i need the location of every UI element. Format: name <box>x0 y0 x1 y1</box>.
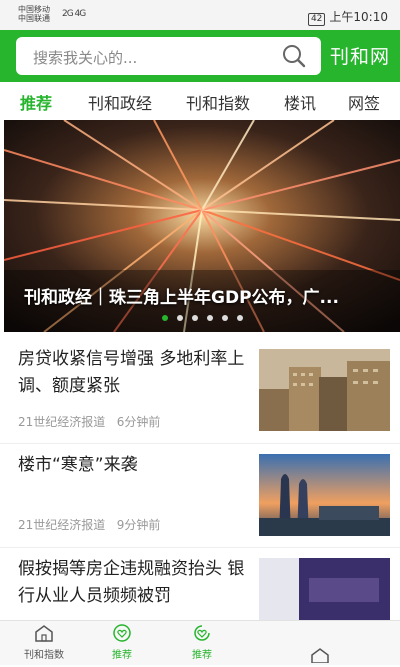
carousel-dot[interactable] <box>237 315 243 321</box>
carousel-dot[interactable] <box>207 315 213 321</box>
home-icon <box>35 625 53 642</box>
bottom-nav: 刊和指数 推荐 推荐 <box>0 620 400 665</box>
thumbnail-finance-image <box>259 558 390 620</box>
brand-logo: 刊和网 <box>330 46 391 68</box>
carousel-dot[interactable] <box>177 315 183 321</box>
thumbnail-buildings-image <box>259 349 390 431</box>
home-icon <box>311 648 329 664</box>
banner-carousel[interactable]: 刊和政经｜珠三角上半年GDP公布，广... <box>4 120 400 332</box>
news-title[interactable]: 房贷收紧信号增强 多地利率上调、额度紧张 <box>18 346 258 400</box>
news-thumbnail[interactable] <box>259 454 390 536</box>
tab-bar: 推荐 刊和政经 刊和指数 楼讯 网签 <box>0 82 400 120</box>
tab-index[interactable]: 刊和指数 <box>186 90 250 114</box>
banner-caption[interactable]: 刊和政经｜珠三角上半年GDP公布，广... <box>24 283 339 308</box>
news-item[interactable]: 楼市“寒意”来袭 21世纪经济报道 9分钟前 <box>0 444 400 544</box>
heart-icon <box>113 624 131 642</box>
tab-politics-economy[interactable]: 刊和政经 <box>88 90 152 114</box>
news-time: 6分钟前 <box>116 415 161 429</box>
status-bar: 中国移动 中国联通 2G 4G 42 上午10:10 <box>0 0 400 30</box>
nav-label: 推荐 <box>112 650 132 661</box>
status-right: 42 上午10:10 <box>307 8 388 26</box>
news-source: 21世纪经济报道 <box>18 518 106 532</box>
nav-item-index[interactable]: 刊和指数 <box>14 624 74 661</box>
news-time: 9分钟前 <box>116 518 161 532</box>
signal-icon: 2G 4G <box>62 9 86 19</box>
carrier-1: 中国移动 <box>18 5 50 14</box>
carousel-dot[interactable] <box>192 315 198 321</box>
nav-item-recommend-alt[interactable]: 推荐 <box>172 624 232 661</box>
nav-item-recommend[interactable]: 推荐 <box>92 624 152 661</box>
news-thumbnail[interactable] <box>259 558 390 620</box>
thumbnail-skyline-image <box>259 454 390 536</box>
news-item[interactable]: 假按揭等房企违规融资抬头 银行从业人员频频被罚 <box>0 548 400 620</box>
tab-online-signing[interactable]: 网签 <box>348 90 380 114</box>
news-item[interactable]: 房贷收紧信号增强 多地利率上调、额度紧张 21世纪经济报道 6分钟前 <box>0 340 400 440</box>
carousel-dot[interactable] <box>162 315 168 321</box>
heart-refresh-icon <box>194 625 210 641</box>
nav-label: 推荐 <box>192 650 212 661</box>
tab-property-news[interactable]: 楼讯 <box>284 90 316 114</box>
carrier-2: 中国联通 <box>18 14 50 23</box>
nav-label: 刊和指数 <box>24 650 64 661</box>
search-icon[interactable] <box>281 43 307 69</box>
news-meta: 21世纪经济报道 6分钟前 <box>18 413 160 430</box>
news-source: 21世纪经济报道 <box>18 415 106 429</box>
status-time: 上午10:10 <box>329 10 388 24</box>
search-input[interactable]: 搜索我关心的... <box>16 37 321 75</box>
carousel-dot[interactable] <box>222 315 228 321</box>
news-title[interactable]: 假按揭等房企违规融资抬头 银行从业人员频频被罚 <box>18 556 258 610</box>
search-placeholder: 搜索我关心的... <box>33 49 138 67</box>
tab-recommend[interactable]: 推荐 <box>20 90 52 114</box>
news-thumbnail[interactable] <box>259 349 390 431</box>
battery-icon: 42 <box>307 13 326 26</box>
news-title[interactable]: 楼市“寒意”来袭 <box>18 452 258 479</box>
news-meta: 21世纪经济报道 9分钟前 <box>18 516 160 533</box>
carrier-info: 中国移动 中国联通 <box>18 5 50 23</box>
nav-item-home[interactable] <box>290 647 350 667</box>
